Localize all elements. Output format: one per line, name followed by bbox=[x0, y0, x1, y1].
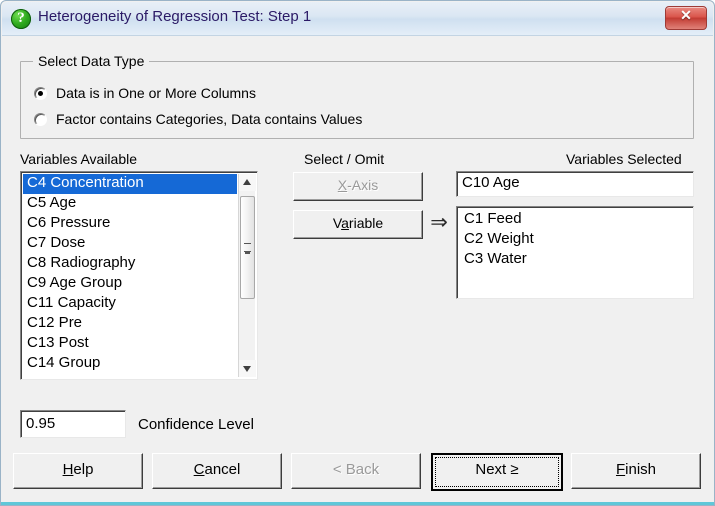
list-item[interactable]: C12 Pre bbox=[23, 314, 237, 334]
variables-available-listbox[interactable]: C4 Concentration C5 Age C6 Pressure C7 D… bbox=[20, 171, 258, 380]
next-button-label-pre: N bbox=[475, 461, 487, 478]
list-item[interactable]: C6 Pressure bbox=[23, 214, 237, 234]
radio-indicator-unselected bbox=[34, 112, 47, 126]
list-item[interactable]: C3 Water bbox=[460, 250, 690, 270]
scroll-down-arrow-icon[interactable] bbox=[239, 360, 256, 377]
cancel-button[interactable]: Cancel bbox=[152, 453, 282, 489]
selected-variable-value: C10 Age bbox=[462, 174, 520, 191]
list-item[interactable]: C7 Dose bbox=[23, 234, 237, 254]
right-arrow-icon: ⇒ bbox=[430, 210, 448, 234]
list-item[interactable]: C14 Group bbox=[23, 354, 237, 374]
question-mark-icon: ? bbox=[11, 9, 31, 29]
scrollbar-thumb[interactable] bbox=[240, 196, 255, 299]
question-mark-glyph: ? bbox=[17, 10, 25, 26]
close-button[interactable]: ✕ bbox=[665, 6, 707, 30]
variable-button[interactable]: Variable bbox=[293, 210, 423, 239]
list-item[interactable]: C9 Age Group bbox=[23, 274, 237, 294]
variable-button-label-pre: V bbox=[332, 215, 342, 231]
selected-items: C1 Feed C2 Weight C3 Water bbox=[460, 210, 690, 270]
confidence-level-input[interactable]: 0.95 bbox=[20, 410, 126, 438]
variable-mnemonic: a bbox=[341, 215, 349, 231]
finish-button-label-rest: inish bbox=[625, 461, 657, 478]
x-axis-button-label-rest: -Axis bbox=[347, 177, 379, 193]
listbox-scrollbar[interactable] bbox=[238, 174, 256, 377]
list-item[interactable]: C11 Capacity bbox=[23, 294, 237, 314]
finish-mnemonic: F bbox=[615, 461, 626, 478]
select-omit-heading: Select / Omit bbox=[304, 151, 385, 167]
variables-selected-heading: Variables Selected bbox=[566, 151, 682, 167]
finish-button[interactable]: Finish bbox=[571, 453, 701, 489]
next-button-label-rest: ext ≥ bbox=[486, 461, 519, 478]
close-icon: ✕ bbox=[680, 7, 692, 23]
cancel-mnemonic: C bbox=[193, 461, 205, 478]
help-mnemonic: H bbox=[62, 461, 74, 478]
variable-button-label-rest: riable bbox=[348, 215, 384, 231]
title-bar: ? Heterogeneity of Regression Test: Step… bbox=[2, 2, 713, 36]
list-item[interactable]: C1 Feed bbox=[460, 210, 690, 230]
selected-variable-field[interactable]: C10 Age bbox=[456, 171, 694, 197]
list-item[interactable]: C5 Age bbox=[23, 194, 237, 214]
available-items: C4 Concentration C5 Age C6 Pressure C7 D… bbox=[23, 174, 237, 377]
radio-label-data-in-columns: Data is in One or More Columns bbox=[56, 85, 256, 101]
back-button[interactable]: < Back bbox=[291, 453, 421, 489]
cancel-button-label-rest: ancel bbox=[204, 461, 241, 478]
list-item[interactable]: C13 Post bbox=[23, 334, 237, 354]
variables-available-heading: Variables Available bbox=[20, 151, 138, 167]
help-button-label-rest: elp bbox=[73, 461, 94, 478]
x-axis-button[interactable]: X-Axis bbox=[293, 172, 423, 201]
confidence-level-value: 0.95 bbox=[26, 415, 56, 432]
list-item[interactable]: C8 Radiography bbox=[23, 254, 237, 274]
next-button[interactable]: Next ≥ bbox=[431, 453, 563, 491]
x-axis-mnemonic: X bbox=[337, 177, 348, 193]
confidence-level-label: Confidence Level bbox=[138, 416, 254, 433]
back-button-label: < Back bbox=[332, 461, 380, 478]
group-title: Select Data Type bbox=[33, 53, 150, 69]
list-item[interactable]: C4 Concentration bbox=[23, 174, 237, 194]
variables-selected-listbox[interactable]: C1 Feed C2 Weight C3 Water bbox=[456, 206, 694, 299]
radio-label-factor-categories: Factor contains Categories, Data contain… bbox=[56, 111, 363, 127]
list-item[interactable]: C2 Weight bbox=[460, 230, 690, 250]
radio-factor-categories[interactable]: Factor contains Categories, Data contain… bbox=[34, 111, 362, 127]
scroll-up-arrow-icon[interactable] bbox=[239, 174, 256, 191]
dialog-window: ? Heterogeneity of Regression Test: Step… bbox=[0, 0, 715, 506]
radio-indicator-selected bbox=[34, 86, 47, 100]
window-title: Heterogeneity of Regression Test: Step 1 bbox=[38, 8, 312, 25]
help-button[interactable]: Help bbox=[13, 453, 143, 489]
radio-data-in-columns[interactable]: Data is in One or More Columns bbox=[34, 85, 256, 101]
